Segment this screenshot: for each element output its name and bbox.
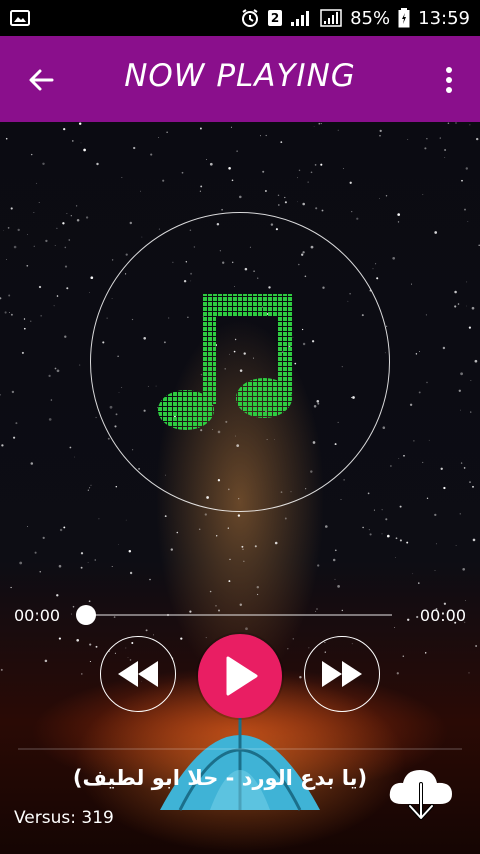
rewind-icon [118,661,158,687]
sim-badge: 2 [268,10,283,26]
more-vert-icon [446,67,452,93]
download-button[interactable] [386,764,456,824]
cloud-download-icon [389,770,452,820]
battery-icon [398,8,410,28]
status-left [10,10,30,26]
version-text: Versus: 319 [14,808,114,828]
total-time: 00:00 [419,606,466,625]
current-time: 00:00 [14,606,61,625]
battery-percent: 85% [350,7,391,29]
app-bar: NOW PLAYING [0,36,480,122]
play-icon [226,656,258,696]
status-right: 2 85% 13:59 [240,8,470,29]
divider-line [18,748,462,750]
song-title: (يا بدع الورد - حلا ابو لطيف) [72,766,368,790]
seek-bar-thumb[interactable] [76,605,96,625]
status-bar: 2 85% 13:59 [0,0,480,36]
alarm-icon [240,8,260,28]
page-title: NOW PLAYING [124,58,356,94]
music-note-icon [158,294,292,430]
fast-forward-icon [322,661,362,687]
signal-icon [290,9,312,27]
seek-bar-track[interactable] [86,614,392,616]
clock: 13:59 [418,7,470,29]
image-notification-icon [10,10,30,26]
fast-forward-button[interactable] [304,636,380,712]
rewind-button[interactable] [100,636,176,712]
signal-icon-2 [320,9,342,27]
overflow-menu-button[interactable] [442,64,456,96]
play-button[interactable] [198,634,282,718]
